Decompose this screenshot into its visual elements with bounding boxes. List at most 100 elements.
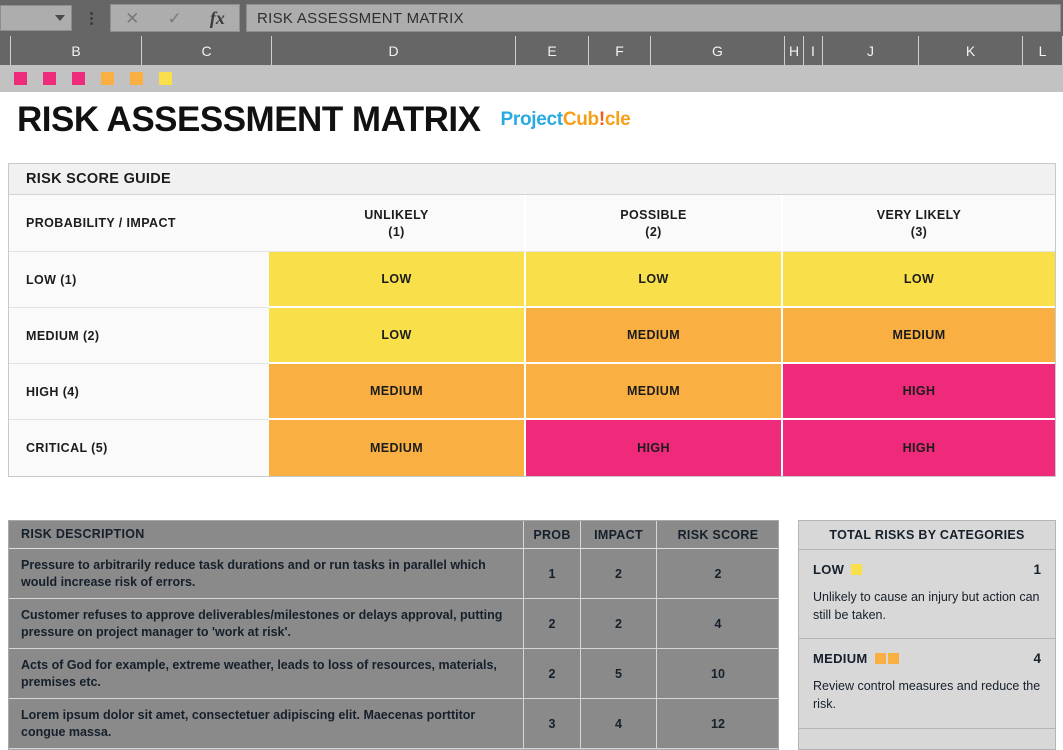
risk-description: Customer refuses to approve deliverables… <box>9 599 524 648</box>
matrix-cell-high[interactable]: HIGH <box>783 364 1055 420</box>
formula-input-value: RISK ASSESSMENT MATRIX <box>257 9 464 27</box>
sheet-canvas: RISK ASSESSMENT MATRIX ProjectCub!cle RI… <box>0 65 1063 750</box>
risk-prob: 2 <box>524 649 581 698</box>
risk-impact: 2 <box>581 599 657 648</box>
matrix-row: CRITICAL (5) MEDIUM HIGH HIGH <box>9 420 1055 476</box>
column-header-g[interactable]: G <box>650 36 784 65</box>
matrix-cell-label: MEDIUM <box>626 384 681 398</box>
matrix-cell-medium[interactable]: MEDIUM <box>526 364 783 420</box>
risk-score: 4 <box>714 616 722 631</box>
fx-icon[interactable]: fx <box>210 8 225 29</box>
matrix-cell-label: HIGH <box>637 441 670 455</box>
risk-category-name: MEDIUM <box>813 651 868 667</box>
column-header-l[interactable]: L <box>1022 36 1063 65</box>
matrix-col-header-very-likely: VERY LIKELY (3) <box>783 195 1055 252</box>
matrix-col-header-label: VERY LIKELY <box>876 207 962 222</box>
risk-category-name: LOW <box>813 562 845 577</box>
risk-score: 2 <box>714 566 722 581</box>
matrix-row-label-text: CRITICAL (5) <box>26 441 108 455</box>
matrix-cell-high[interactable]: HIGH <box>783 420 1055 476</box>
risk-prob: 3 <box>524 699 581 748</box>
column-header-h[interactable]: H <box>784 36 803 65</box>
column-header-label: K <box>965 42 976 59</box>
check-icon[interactable]: ✓ <box>167 10 181 27</box>
matrix-col-header-label: POSSIBLE <box>620 207 687 222</box>
table-row[interactable]: Pressure to arbitrarily reduce task dura… <box>9 549 778 599</box>
risk-category-header: LOW 1 <box>813 562 1041 577</box>
matrix-row-label-text: MEDIUM (2) <box>26 328 100 343</box>
matrix-row-label-text: LOW (1) <box>26 272 77 287</box>
column-header-b[interactable]: B <box>10 36 141 65</box>
matrix-cell-medium[interactable]: MEDIUM <box>269 420 526 476</box>
risk-score-guide-title: RISK SCORE GUIDE <box>9 164 1055 195</box>
risk-category-header: MEDIUM 4 <box>813 651 1041 666</box>
matrix-cell-label: LOW <box>381 272 412 286</box>
risk-category-block: LOW 1 Unlikely to cause an injury but acti… <box>799 550 1055 640</box>
decorative-square-3 <box>72 72 85 85</box>
matrix-cell-low[interactable]: LOW <box>269 252 526 308</box>
more-options-icon[interactable] <box>78 5 104 31</box>
column-header-label: D <box>388 42 399 59</box>
risk-score: 12 <box>711 716 725 731</box>
formula-input[interactable]: RISK ASSESSMENT MATRIX <box>246 4 1061 32</box>
spreadsheet-app: ✕ ✓ fx RISK ASSESSMENT MATRIX B C D E F G HI J K… <box>0 0 1063 750</box>
risk-category-chips <box>874 653 899 665</box>
matrix-cell-high[interactable]: HIGH <box>526 420 783 476</box>
matrix-cell-label: HIGH <box>902 441 936 455</box>
risk-description: Acts of God for example, extreme weather… <box>9 649 524 698</box>
column-header-label: F <box>615 42 624 59</box>
decorative-swatch-strip <box>0 65 1063 92</box>
risk-matrix-body: PROBABILITY / IMPACT UNLIKELY (1) POSSIBLE (… <box>9 195 1055 476</box>
column-header-label: E <box>547 42 557 59</box>
risk-impact: 5 <box>581 649 657 698</box>
column-header-d[interactable]: D <box>271 36 515 65</box>
matrix-cell-medium[interactable]: MEDIUM <box>783 308 1055 364</box>
risk-level-chip <box>851 564 863 575</box>
risk-score-guide: RISK SCORE GUIDE PROBABILITY / IMPACT UNL… <box>8 163 1056 477</box>
matrix-cell-label: LOW <box>381 328 412 342</box>
column-header-k[interactable]: K <box>918 36 1022 65</box>
column-header-c[interactable]: C <box>141 36 271 65</box>
risk-level-chip <box>874 653 886 665</box>
matrix-cell-label: MEDIUM <box>892 328 946 342</box>
matrix-row: MEDIUM (2) LOW MEDIUM MEDIUM <box>9 308 1055 364</box>
column-header-j[interactable]: J <box>822 36 918 65</box>
matrix-cell-low[interactable]: LOW <box>526 252 783 308</box>
column-header-label: B <box>71 42 81 59</box>
matrix-cell-label: MEDIUM <box>369 441 424 455</box>
matrix-cell-label: MEDIUM <box>626 328 681 342</box>
risk-level-chip <box>887 653 899 665</box>
matrix-col-header-score: (3) <box>910 224 928 239</box>
matrix-col-header-score: (2) <box>645 224 662 239</box>
matrix-cell-low[interactable]: LOW <box>783 252 1055 308</box>
document-title-row: RISK ASSESSMENT MATRIX ProjectCub!cle <box>0 92 1063 148</box>
column-header-label: G <box>712 42 723 59</box>
matrix-cell-medium[interactable]: MEDIUM <box>269 364 526 420</box>
column-header-i[interactable]: I <box>803 36 822 65</box>
close-icon[interactable]: ✕ <box>125 10 139 27</box>
column-header-e[interactable]: E <box>515 36 588 65</box>
risk-description-table: RISK DESCRIPTION PROB IMPACT RISK SCORE … <box>8 520 779 750</box>
matrix-cell-label: HIGH <box>902 384 936 398</box>
formula-action-group: ✕ ✓ fx <box>110 4 240 32</box>
matrix-row-label: LOW (1) <box>9 252 269 308</box>
matrix-cell-medium[interactable]: MEDIUM <box>526 308 783 364</box>
column-header-f[interactable]: F <box>588 36 650 65</box>
column-header-label: I <box>811 42 815 59</box>
chevron-down-icon[interactable] <box>55 15 65 21</box>
decorative-square-1 <box>14 72 27 85</box>
decorative-square-6 <box>159 72 172 85</box>
matrix-corner-label: PROBABILITY / IMPACT <box>9 195 269 252</box>
risk-category-block: MEDIUM 4 Review control measures and reduc… <box>799 639 1055 729</box>
name-box[interactable] <box>0 5 72 31</box>
logo-part-1: Project <box>500 109 563 130</box>
matrix-cell-low[interactable]: LOW <box>269 308 526 364</box>
decorative-square-5 <box>130 72 143 85</box>
column-header-label: C <box>201 42 212 59</box>
risk-category-description: Unlikely to cause an injury but action c… <box>813 590 1040 623</box>
table-row[interactable]: Lorem ipsum dolor sit amet, consectetuer… <box>9 699 778 749</box>
table-row[interactable]: Customer refuses to approve deliverables… <box>9 599 778 649</box>
table-row[interactable]: Acts of God for example, extreme weather… <box>9 649 778 699</box>
total-risks-categories: LOW 1 Unlikely to cause an injury but acti… <box>799 550 1055 729</box>
page-title: RISK ASSESSMENT MATRIX <box>17 100 481 139</box>
